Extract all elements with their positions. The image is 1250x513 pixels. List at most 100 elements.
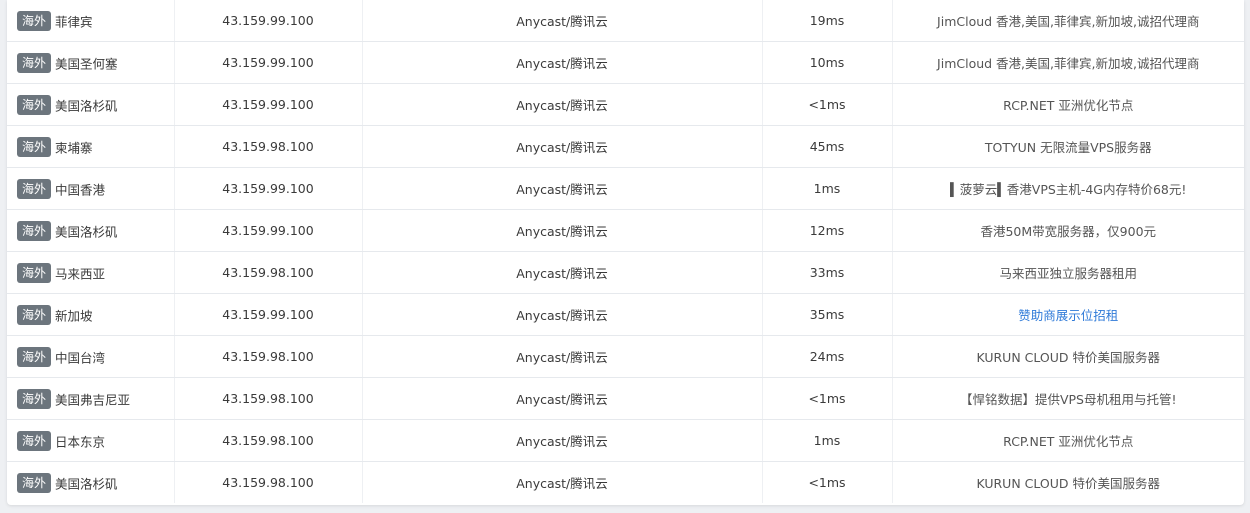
sponsor-link[interactable]: JimCloud 香港,美国,菲律宾,新加坡,诚招代理商 xyxy=(937,56,1199,71)
sponsor-link[interactable]: KURUN CLOUD 特价美国服务器 xyxy=(976,476,1160,491)
location-name: 美国洛杉矶 xyxy=(55,98,118,113)
ip-address: 43.159.99.100 xyxy=(174,83,363,126)
sponsor-cell: 香港50M带宽服务器，仅900元 xyxy=(892,209,1244,252)
sponsor-link[interactable]: 赞助商展示位招租 xyxy=(1018,308,1118,323)
ping-results-body: 海外 菲律宾 43.159.99.100 Anycast/腾讯云 19ms Jim… xyxy=(7,0,1244,503)
location-name: 菲律宾 xyxy=(55,14,93,29)
ip-address: 43.159.98.100 xyxy=(174,251,363,294)
region-badge: 海外 xyxy=(17,262,52,283)
isp-name: Anycast/腾讯云 xyxy=(362,0,763,42)
location-name: 美国圣何塞 xyxy=(55,56,118,71)
sponsor-link[interactable]: 【悍铭数据】提供VPS母机租用与托管! xyxy=(960,392,1177,407)
region-badge: 海外 xyxy=(17,10,52,31)
isp-name: Anycast/腾讯云 xyxy=(362,461,763,503)
location-name: 美国洛杉矶 xyxy=(55,224,118,239)
location-name: 美国弗吉尼亚 xyxy=(55,392,131,407)
sponsor-cell: TOTYUN 无限流量VPS服务器 xyxy=(892,125,1244,168)
ping-time: 10ms xyxy=(762,41,893,84)
ping-time: 12ms xyxy=(762,209,893,252)
sponsor-cell: RCP.NET 亚洲优化节点 xyxy=(892,419,1244,462)
location-name: 日本东京 xyxy=(55,434,106,449)
location-name: 中国香港 xyxy=(55,182,106,197)
sponsor-link[interactable]: 香港50M带宽服务器，仅900元 xyxy=(980,224,1156,239)
isp-name: Anycast/腾讯云 xyxy=(362,293,763,336)
sponsor-link[interactable]: 马来西亚独立服务器租用 xyxy=(999,266,1137,281)
ip-address: 43.159.99.100 xyxy=(174,209,363,252)
location-name: 柬埔寨 xyxy=(55,140,93,155)
ip-address: 43.159.99.100 xyxy=(174,41,363,84)
location-cell: 海外 美国洛杉矶 xyxy=(7,461,175,503)
ping-results-panel: 海外 菲律宾 43.159.99.100 Anycast/腾讯云 19ms Jim… xyxy=(7,0,1244,505)
table-row: 海外 美国洛杉矶 43.159.99.100 Anycast/腾讯云 <1ms R… xyxy=(7,83,1244,126)
isp-name: Anycast/腾讯云 xyxy=(362,125,763,168)
isp-name: Anycast/腾讯云 xyxy=(362,377,763,420)
ping-time: 35ms xyxy=(762,293,893,336)
table-row: 海外 柬埔寨 43.159.98.100 Anycast/腾讯云 45ms TOT… xyxy=(7,125,1244,168)
sponsor-cell: JimCloud 香港,美国,菲律宾,新加坡,诚招代理商 xyxy=(892,0,1244,42)
isp-name: Anycast/腾讯云 xyxy=(362,251,763,294)
isp-name: Anycast/腾讯云 xyxy=(362,419,763,462)
ping-time: <1ms xyxy=(762,377,893,420)
ping-time: 1ms xyxy=(762,167,893,210)
table-row: 海外 菲律宾 43.159.99.100 Anycast/腾讯云 19ms Jim… xyxy=(7,0,1244,42)
sponsor-link[interactable]: TOTYUN 无限流量VPS服务器 xyxy=(985,140,1152,155)
table-row: 海外 美国洛杉矶 43.159.98.100 Anycast/腾讯云 <1ms K… xyxy=(7,461,1244,504)
sponsor-link[interactable]: RCP.NET 亚洲优化节点 xyxy=(1003,98,1133,113)
sponsor-cell: KURUN CLOUD 特价美国服务器 xyxy=(892,462,1244,504)
ip-address: 43.159.98.100 xyxy=(174,419,363,462)
ping-results-table: 海外 菲律宾 43.159.99.100 Anycast/腾讯云 19ms Jim… xyxy=(7,0,1244,503)
location-name: 马来西亚 xyxy=(55,266,106,281)
region-badge: 海外 xyxy=(17,472,52,493)
sponsor-link[interactable]: KURUN CLOUD 特价美国服务器 xyxy=(976,350,1160,365)
region-badge: 海外 xyxy=(17,388,52,409)
sponsor-cell: KURUN CLOUD 特价美国服务器 xyxy=(892,335,1244,378)
isp-name: Anycast/腾讯云 xyxy=(362,335,763,378)
sponsor-cell: 【悍铭数据】提供VPS母机租用与托管! xyxy=(892,377,1244,420)
region-badge: 海外 xyxy=(17,346,52,367)
location-cell: 海外 中国香港 xyxy=(7,167,175,210)
region-badge: 海外 xyxy=(17,430,52,451)
ping-time: 1ms xyxy=(762,419,893,462)
isp-name: Anycast/腾讯云 xyxy=(362,83,763,126)
ping-time: <1ms xyxy=(762,83,893,126)
region-badge: 海外 xyxy=(17,220,52,241)
table-row: 海外 日本东京 43.159.98.100 Anycast/腾讯云 1ms RCP… xyxy=(7,419,1244,462)
ping-time: 45ms xyxy=(762,125,893,168)
sponsor-link[interactable]: ▍菠萝云▍香港VPS主机-4G内存特价68元! xyxy=(950,182,1186,197)
isp-name: Anycast/腾讯云 xyxy=(362,209,763,252)
table-row: 海外 中国台湾 43.159.98.100 Anycast/腾讯云 24ms KU… xyxy=(7,335,1244,378)
sponsor-link[interactable]: JimCloud 香港,美国,菲律宾,新加坡,诚招代理商 xyxy=(937,14,1199,29)
sponsor-cell: JimCloud 香港,美国,菲律宾,新加坡,诚招代理商 xyxy=(892,41,1244,84)
ip-address: 43.159.98.100 xyxy=(174,125,363,168)
ip-address: 43.159.98.100 xyxy=(174,377,363,420)
region-badge: 海外 xyxy=(17,94,52,115)
table-row: 海外 新加坡 43.159.99.100 Anycast/腾讯云 35ms 赞助商… xyxy=(7,293,1244,336)
sponsor-link[interactable]: RCP.NET 亚洲优化节点 xyxy=(1003,434,1133,449)
region-badge: 海外 xyxy=(17,178,52,199)
sponsor-cell: 马来西亚独立服务器租用 xyxy=(892,251,1244,294)
ping-time: 33ms xyxy=(762,251,893,294)
isp-name: Anycast/腾讯云 xyxy=(362,41,763,84)
location-cell: 海外 中国台湾 xyxy=(7,335,175,378)
location-cell: 海外 日本东京 xyxy=(7,419,175,462)
ping-time: <1ms xyxy=(762,461,893,503)
location-cell: 海外 新加坡 xyxy=(7,293,175,336)
ip-address: 43.159.98.100 xyxy=(174,335,363,378)
location-name: 中国台湾 xyxy=(55,350,106,365)
region-badge: 海外 xyxy=(17,304,52,325)
location-cell: 海外 美国洛杉矶 xyxy=(7,209,175,252)
isp-name: Anycast/腾讯云 xyxy=(362,167,763,210)
location-cell: 海外 美国洛杉矶 xyxy=(7,83,175,126)
table-row: 海外 中国香港 43.159.99.100 Anycast/腾讯云 1ms ▍菠萝… xyxy=(7,167,1244,210)
location-cell: 海外 美国弗吉尼亚 xyxy=(7,377,175,420)
ip-address: 43.159.99.100 xyxy=(174,0,363,42)
region-badge: 海外 xyxy=(17,52,52,73)
location-name: 新加坡 xyxy=(55,308,93,323)
sponsor-cell: 赞助商展示位招租 xyxy=(892,293,1244,336)
ping-time: 19ms xyxy=(762,0,893,42)
ip-address: 43.159.99.100 xyxy=(174,167,363,210)
table-row: 海外 美国圣何塞 43.159.99.100 Anycast/腾讯云 10ms J… xyxy=(7,41,1244,84)
ip-address: 43.159.98.100 xyxy=(174,461,363,503)
ip-address: 43.159.99.100 xyxy=(174,293,363,336)
table-row: 海外 美国弗吉尼亚 43.159.98.100 Anycast/腾讯云 <1ms … xyxy=(7,377,1244,420)
